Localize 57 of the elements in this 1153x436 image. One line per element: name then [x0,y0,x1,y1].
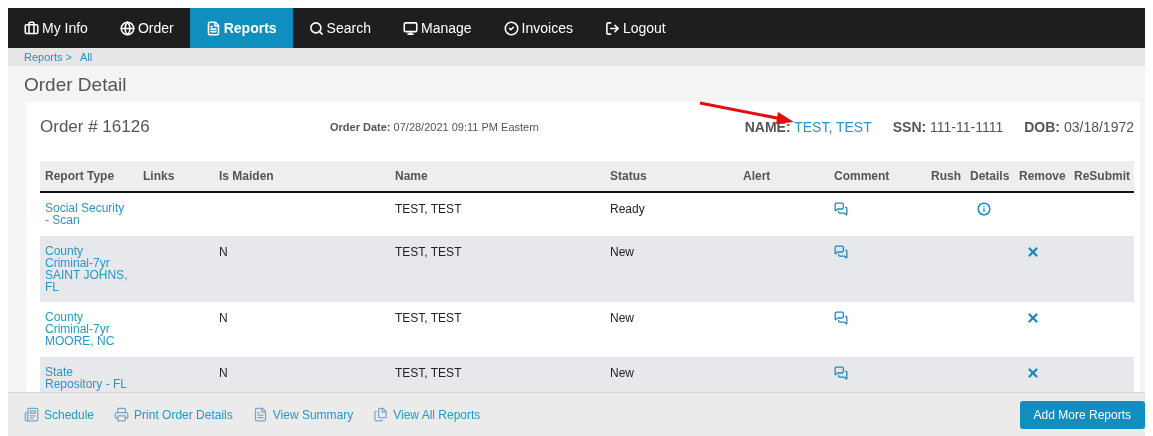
column-header: Alert [742,169,772,183]
footer-link[interactable]: View Summary [252,407,354,422]
column-header: Remove [1018,169,1067,183]
footer-link[interactable]: Print Order Details [114,407,233,422]
document-icon [205,20,221,36]
report-type-link[interactable]: County Criminal-7yr SAINT JOHNS, FL [45,245,128,293]
nav-tab[interactable]: Search [292,8,387,48]
printer-icon [114,407,130,422]
footer-link[interactable]: Schedule [24,407,95,422]
table-cell-text: TEST, TEST [394,311,463,325]
table-cell-text: New [609,366,635,380]
column-header: Status [609,169,648,183]
nav-tab[interactable]: Logout [588,8,682,48]
check-circle-icon [503,20,519,36]
add-reports-button[interactable]: Add More Reports [1019,400,1145,429]
breadcrumb-link[interactable]: Reports > [24,51,72,63]
table-cell-text: New [609,311,635,325]
table-cell-text: N [218,245,229,259]
applicant-field: DOB: 03/18/1972 [1024,119,1134,135]
logout-icon [604,20,620,36]
globe-icon [119,20,135,36]
table-cell-text: TEST, TEST [394,245,463,259]
report-type-link[interactable]: State Repository - FL [45,366,128,390]
footer-link[interactable]: View All Reports [373,407,481,422]
report-type-link[interactable]: Social Security - Scan [45,202,128,226]
breadcrumb-link[interactable]: All [80,51,93,63]
search-icon [308,20,324,36]
table-cell-text: TEST, TEST [394,366,463,380]
nav-tab[interactable]: Manage [386,8,488,48]
nav-tab[interactable]: Reports [189,8,293,48]
nav-tab[interactable]: Invoices [487,8,589,48]
order-date: Order Date: 07/28/2021 09:11 PM Eastern [330,121,540,133]
column-header: Links [142,169,176,183]
monitor-icon [402,20,418,36]
briefcase-icon [24,20,39,36]
column-header: Rush [930,169,962,183]
table-cell-text: N [218,311,229,325]
report-type-link[interactable]: County Criminal-7yr MOORE, NC [45,311,128,347]
nav-tab[interactable]: Order [103,8,190,48]
order-number: Order # 16126 [40,117,151,137]
column-header: Report Type [44,169,116,183]
documents-icon [373,407,389,422]
table-cell-text: Ready [609,202,646,216]
table-cell-text: N [218,366,229,380]
page-title: Order Detail [23,73,128,97]
applicant-field: NAME: TEST, TEST [744,119,872,135]
newspaper-icon [24,407,39,422]
column-header: ReSubmit [1073,169,1131,183]
table-cell-text: New [609,245,635,259]
applicant-field: SSN: 111-11-1111 [892,119,1004,135]
document-icon [252,407,268,422]
column-header: Name [394,169,429,183]
nav-tab[interactable]: My Info [8,8,104,48]
column-header: Comment [833,169,891,183]
column-header: Is Maiden [218,169,275,183]
column-header: Details [969,169,1011,183]
table-cell-text: TEST, TEST [394,202,463,216]
